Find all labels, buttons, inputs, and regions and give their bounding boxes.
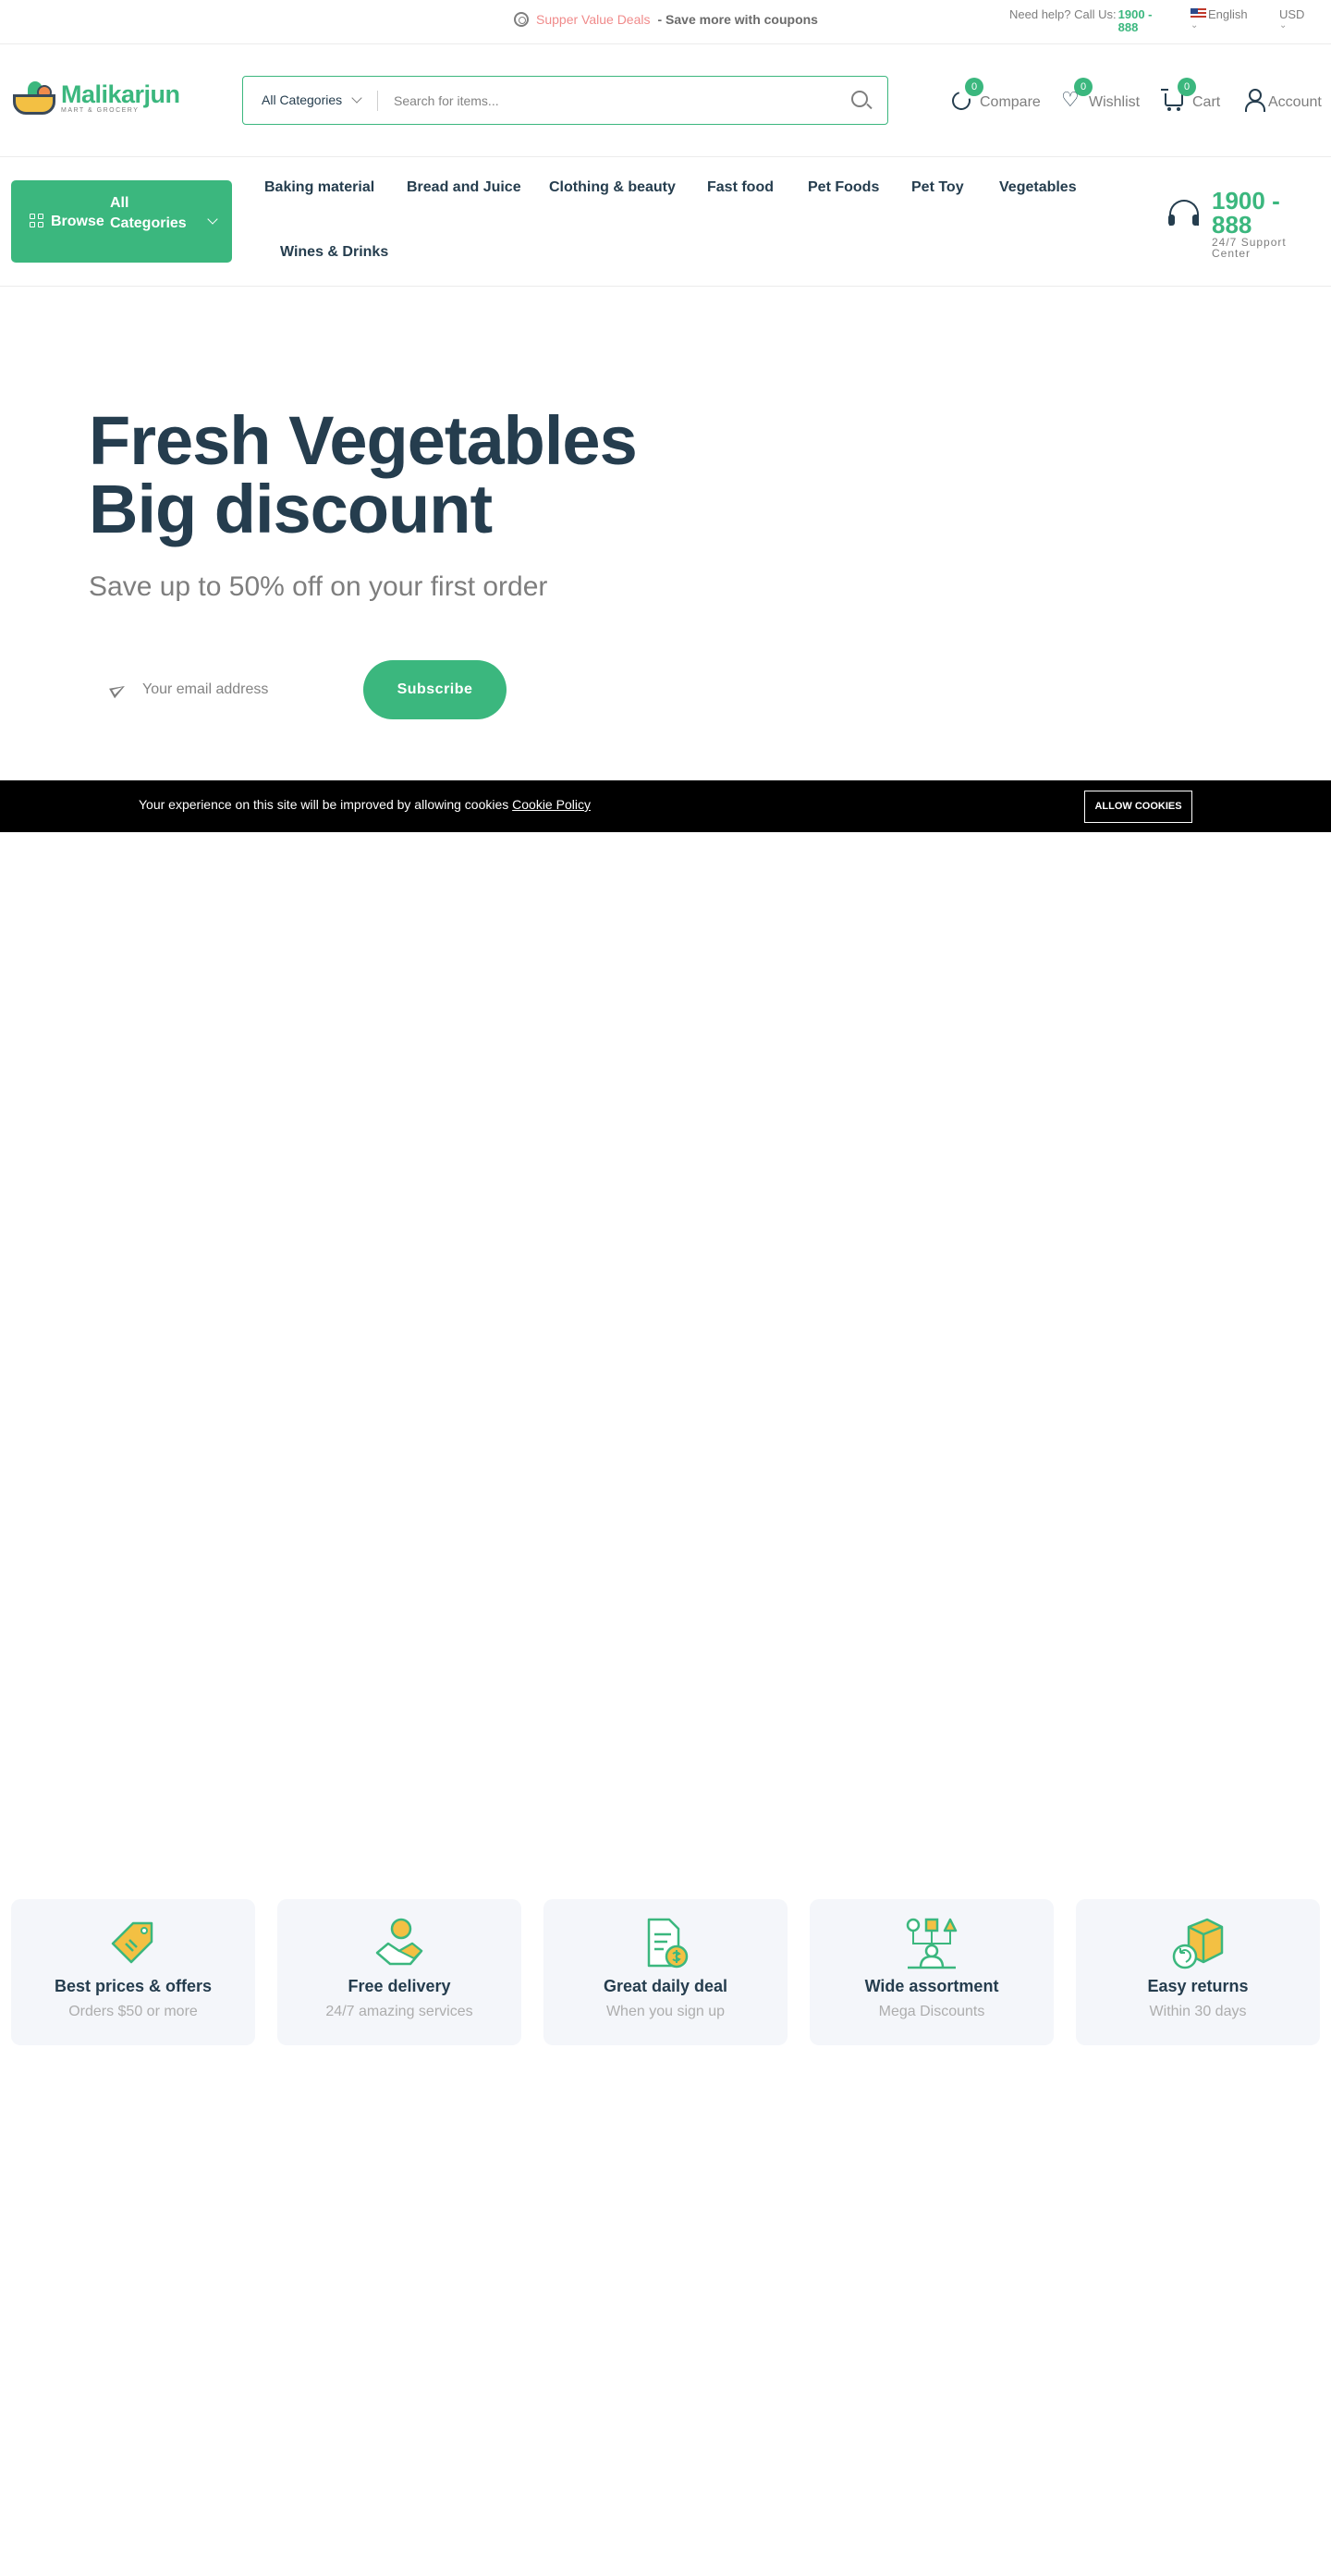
- chevron-down-icon: [207, 214, 218, 225]
- feature-card: Easy returns Within 30 days: [1076, 1899, 1320, 2045]
- features-row: Best prices & offers Orders $50 or more …: [0, 1899, 1331, 2045]
- currency-label: USD: [1279, 7, 1305, 21]
- cookie-banner: Your experience on this site will be imp…: [0, 780, 1331, 832]
- logo[interactable]: Malikarjun MART & GROCERY: [11, 80, 180, 117]
- nav-link-wines-drinks[interactable]: Wines & Drinks: [280, 244, 388, 261]
- email-input[interactable]: [142, 677, 346, 703]
- promo-highlight[interactable]: Supper Value Deals: [536, 12, 650, 27]
- nav-link-fast-food[interactable]: Fast food: [707, 179, 774, 196]
- wishlist-count-badge: 0: [1074, 78, 1093, 96]
- allow-cookies-button[interactable]: ALLOW COOKIES: [1084, 791, 1192, 823]
- feature-card: Great daily deal When you sign up: [543, 1899, 788, 2045]
- newsletter-form: Subscribe: [89, 660, 507, 719]
- nav-link-pet-foods[interactable]: Pet Foods: [808, 179, 879, 196]
- currency-selector[interactable]: USD ⌄: [1279, 8, 1304, 31]
- help-phone[interactable]: 1900 - 888: [1118, 8, 1161, 34]
- help-label: Need help? Call Us:: [1009, 7, 1117, 21]
- gear-icon: [514, 12, 529, 27]
- search-input[interactable]: [394, 88, 819, 114]
- basket-logo-icon: [11, 80, 57, 117]
- nav-link-baking-material[interactable]: Baking material: [264, 179, 374, 196]
- cart-button[interactable]: 0 Cart: [1161, 78, 1221, 111]
- hero-subtitle: Save up to 50% off on your first order: [89, 571, 548, 602]
- chevron-down-icon: ⌄: [1191, 20, 1199, 31]
- support-number[interactable]: 1900 - 888: [1212, 189, 1286, 237]
- grid-icon: [30, 214, 44, 228]
- nav-link-bread-and-juice[interactable]: Bread and Juice: [407, 179, 521, 196]
- cart-icon: [1161, 89, 1183, 111]
- nav-link-vegetables[interactable]: Vegetables: [999, 179, 1077, 196]
- subscribe-button[interactable]: Subscribe: [363, 660, 507, 719]
- top-bar: Supper Value Deals - Save more with coup…: [0, 0, 1331, 44]
- feature-subtitle: 24/7 amazing services: [325, 2004, 473, 2019]
- compare-label: Compare: [980, 94, 1041, 110]
- search-divider: [377, 91, 378, 111]
- promo-text: - Save more with coupons: [657, 12, 818, 27]
- cart-count-badge: 0: [1178, 78, 1196, 96]
- cookie-message: Your experience on this site will be imp…: [139, 797, 591, 812]
- chevron-down-icon: [351, 92, 362, 104]
- feature-subtitle: Orders $50 or more: [68, 2004, 198, 2019]
- cart-label: Cart: [1192, 94, 1221, 110]
- delivery-icon: [375, 1918, 423, 1966]
- browse-label: All Categories: [110, 195, 187, 231]
- hero-title-line-1: Fresh Vegetables: [89, 402, 638, 479]
- user-icon: [1244, 89, 1265, 112]
- feature-subtitle: When you sign up: [605, 2004, 726, 2019]
- us-flag-icon: [1191, 8, 1206, 19]
- cookie-policy-link[interactable]: Cookie Policy: [512, 797, 591, 812]
- feature-title: Wide assortment: [864, 1977, 999, 1995]
- price-tag-icon: [111, 1921, 153, 1964]
- nav-link-clothing-beauty[interactable]: Clothing & beauty: [549, 179, 676, 196]
- feature-subtitle: Within 30 days: [1149, 2004, 1247, 2019]
- send-icon: [111, 682, 126, 697]
- nav-link-pet-toy[interactable]: Pet Toy: [911, 179, 964, 196]
- headset-icon: [1167, 198, 1201, 231]
- account-button[interactable]: Account: [1244, 89, 1322, 112]
- category-select[interactable]: All Categories: [262, 92, 362, 107]
- hero-title: Fresh Vegetables Big discount: [89, 407, 736, 544]
- help-contact: Need help? Call Us: 1900 - 888: [1009, 8, 1161, 34]
- wishlist-button[interactable]: ♡ 0 Wishlist: [1061, 78, 1141, 111]
- cookie-message-text: Your experience on this site will be imp…: [139, 797, 513, 812]
- account-label: Account: [1268, 94, 1322, 110]
- daily-deal-icon: [647, 1918, 689, 1969]
- feature-card: Best prices & offers Orders $50 or more: [11, 1899, 255, 2045]
- compare-count-badge: 0: [965, 78, 983, 96]
- feature-card: Free delivery 24/7 amazing services: [277, 1899, 521, 2045]
- feature-title: Best prices & offers: [54, 1977, 213, 1995]
- language-label: English: [1208, 7, 1248, 21]
- main-header: Malikarjun MART & GROCERY All Categories…: [0, 44, 1331, 157]
- search-bar: All Categories: [242, 76, 888, 125]
- search-icon[interactable]: [851, 91, 868, 107]
- promo-banner: Supper Value Deals - Save more with coup…: [514, 12, 818, 27]
- chevron-down-icon: ⌄: [1279, 20, 1288, 31]
- feature-title: Easy returns: [1147, 1977, 1249, 1995]
- language-selector[interactable]: English ⌄: [1191, 8, 1248, 31]
- feature-card: Wide assortment Mega Discounts: [810, 1899, 1054, 2045]
- feature-subtitle: Mega Discounts: [878, 2004, 985, 2019]
- support-center: 1900 - 888 24/7 Support Center: [1167, 189, 1295, 259]
- hero-title-line-2: Big discount: [89, 471, 493, 547]
- support-label: 24/7 Support Center: [1212, 236, 1287, 260]
- feature-title: Great daily deal: [603, 1977, 728, 1995]
- compare-button[interactable]: 0 Compare: [948, 78, 1041, 114]
- logo-name: Malikarjun: [61, 80, 180, 108]
- logo-tagline: MART & GROCERY: [61, 107, 140, 114]
- browse-prefix: Browse: [51, 214, 104, 229]
- main-nav: Browse All Categories Baking material Br…: [0, 157, 1331, 287]
- wishlist-label: Wishlist: [1089, 94, 1141, 110]
- browse-categories-button[interactable]: Browse All Categories: [11, 180, 232, 263]
- hero-banner: Fresh Vegetables Big discount Save up to…: [0, 287, 1331, 780]
- feature-title: Free delivery: [348, 1977, 451, 1995]
- returns-icon: [1172, 1918, 1224, 1969]
- assortment-icon: [906, 1918, 958, 1969]
- category-select-label: All Categories: [262, 92, 343, 107]
